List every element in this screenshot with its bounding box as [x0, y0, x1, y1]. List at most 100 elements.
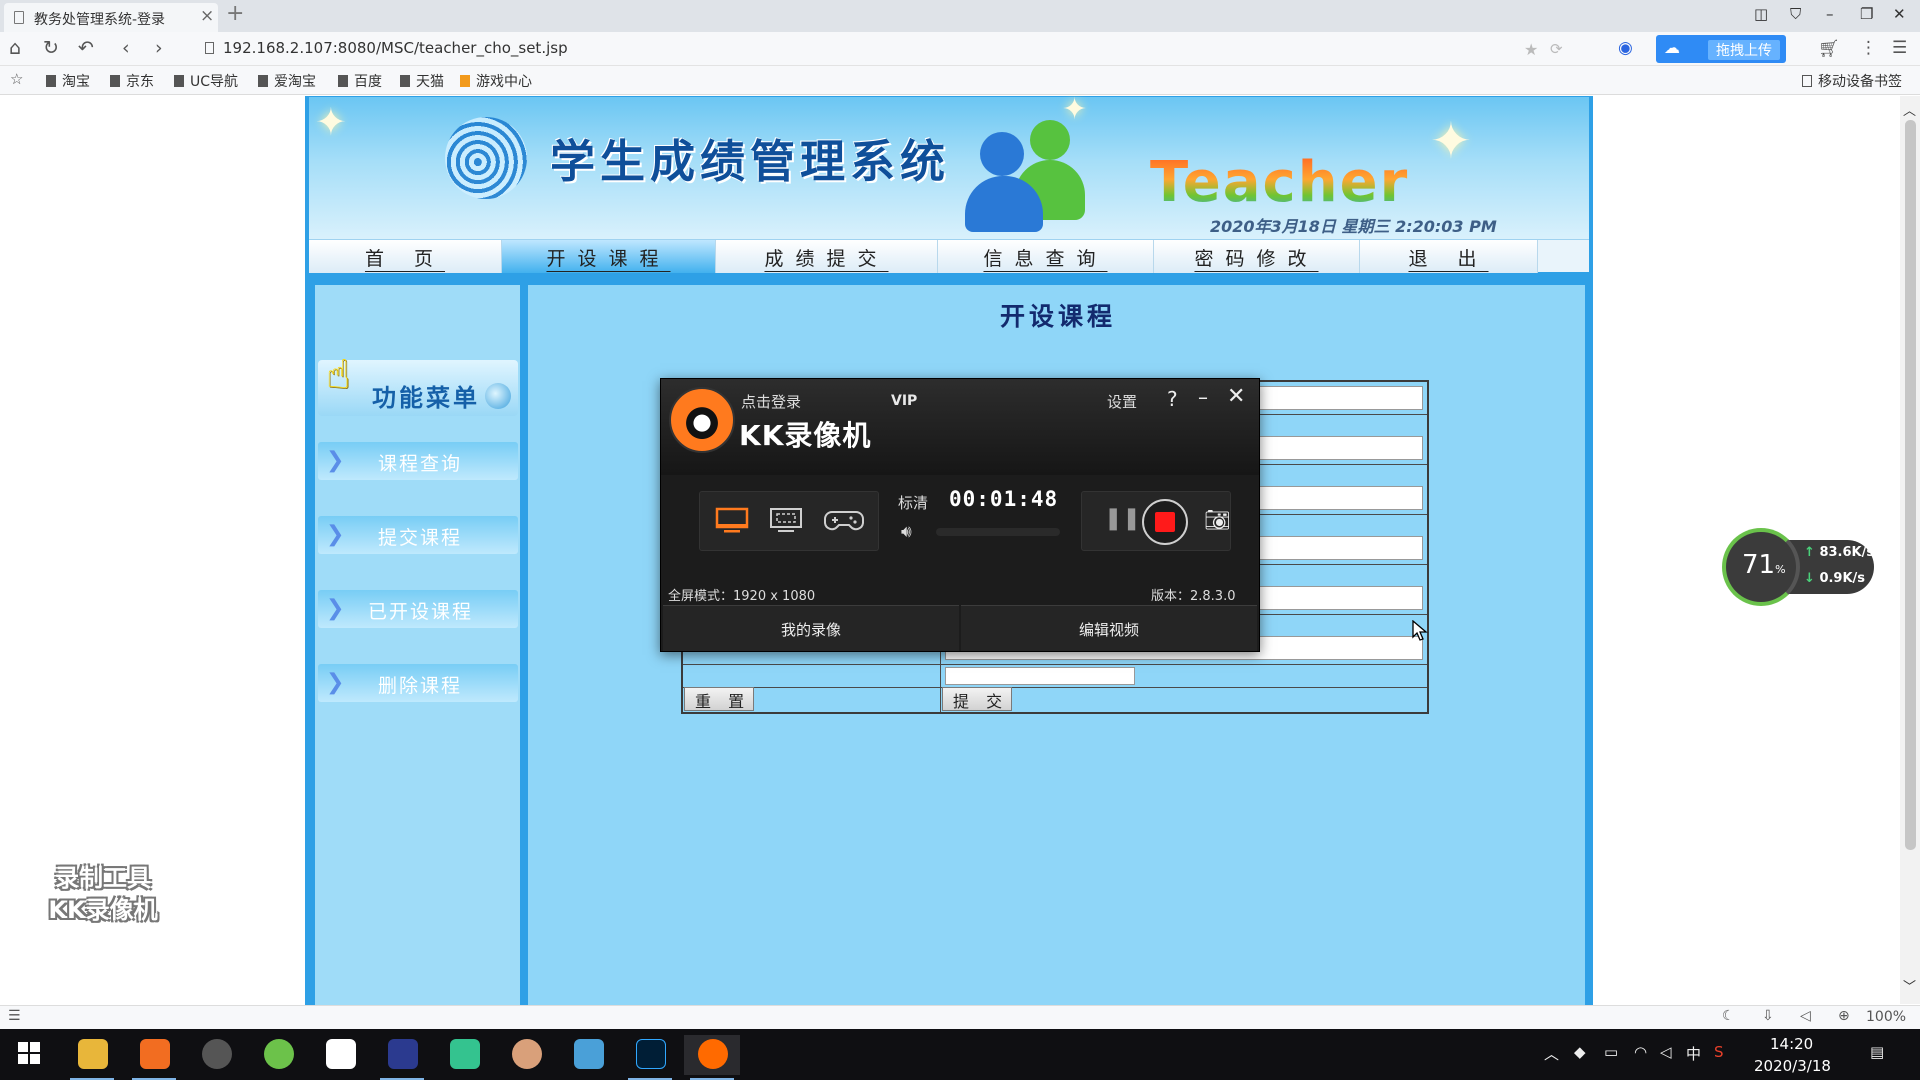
reader-mode-icon[interactable]: ◫	[1754, 5, 1768, 23]
kk-minimize-icon[interactable]: –	[1198, 385, 1208, 409]
course-field-7[interactable]	[945, 667, 1135, 685]
stop-record-button[interactable]	[1142, 499, 1188, 545]
download-icon[interactable]: ⇩	[1762, 1008, 1774, 1024]
sidebar-item-opened-courses[interactable]: ❯ 已开设课程	[318, 590, 518, 628]
home-icon[interactable]: ⌂	[9, 37, 21, 59]
wifi-icon[interactable]: ◠	[1634, 1043, 1647, 1061]
sidebar-item-submit-course[interactable]: ❯ 提交课程	[318, 516, 518, 554]
kk-volume-slider[interactable]	[936, 528, 1060, 536]
menu-grade-submit[interactable]: 成绩提交	[716, 240, 938, 273]
battery-icon[interactable]: ▭	[1604, 1043, 1618, 1061]
menu-logout[interactable]: 退 出	[1360, 240, 1538, 273]
photoshop-icon[interactable]	[622, 1035, 678, 1080]
more-icon[interactable]: ⋮	[1860, 38, 1877, 58]
game-mode-icon[interactable]	[824, 506, 864, 536]
menu-icon[interactable]: ☰	[1892, 38, 1907, 58]
back-icon[interactable]: ‹	[122, 37, 130, 59]
browser-tab[interactable]: 教务处管理系统-登录 ×	[4, 3, 218, 32]
notes-app-icon[interactable]	[560, 1035, 616, 1075]
minimize-window-icon[interactable]: –	[1826, 5, 1834, 23]
ime-indicator[interactable]: 中	[1686, 1043, 1701, 1064]
kk-settings-button[interactable]: 设置	[1107, 391, 1137, 412]
vertical-scrollbar[interactable]: ︿ ﹀	[1900, 96, 1920, 1004]
mute-icon[interactable]: ◁	[1800, 1008, 1811, 1024]
zoom-level[interactable]: 100%	[1866, 1009, 1906, 1025]
undo-icon[interactable]: ↶	[78, 37, 94, 59]
bookmark-aitaobao[interactable]: 爱淘宝	[258, 71, 316, 91]
kk-close-icon[interactable]: ✕	[1227, 384, 1245, 409]
camera-icon[interactable]: 📷︎	[1204, 508, 1231, 533]
network-speed-widget[interactable]: 71% ↑ 83.6K/s ↓ 0.9K/s	[1722, 528, 1876, 606]
address-bar[interactable]: 192.168.2.107:8080/MSC/teacher_cho_set.j…	[223, 39, 568, 57]
windows-start-icon[interactable]	[18, 1042, 40, 1068]
forward-icon[interactable]: ›	[155, 37, 163, 59]
avatar-app-icon[interactable]	[498, 1035, 554, 1075]
bookmark-taobao[interactable]: 淘宝	[46, 71, 90, 91]
drag-upload-button[interactable]: ☁ 拖拽上传	[1656, 35, 1786, 63]
volume-icon[interactable]: 🔊︎	[901, 522, 912, 542]
fullscreen-mode-icon[interactable]	[714, 506, 752, 536]
kk-quality-select[interactable]: 标清	[898, 492, 928, 513]
sidebar-toggle-icon[interactable]: ☰	[8, 1008, 21, 1024]
tray-app-icon[interactable]: ◆	[1574, 1043, 1586, 1061]
submit-button[interactable]: 提 交	[942, 687, 1012, 711]
cart-icon[interactable]: 🛒︎	[1818, 39, 1840, 59]
clock-time[interactable]: 14:20	[1770, 1035, 1813, 1053]
scroll-down-icon[interactable]: ﹀	[1903, 976, 1916, 995]
download-speed: ↓ 0.9K/s	[1804, 571, 1866, 586]
file-explorer-icon[interactable]	[64, 1035, 120, 1080]
cloud-icon: ☁	[1664, 38, 1680, 57]
menu-info-query[interactable]: 信息查询	[938, 240, 1154, 273]
menu-open-course[interactable]: 开设课程	[502, 240, 716, 273]
close-tab-icon[interactable]: ×	[200, 6, 214, 26]
close-window-icon[interactable]: ✕	[1893, 5, 1906, 23]
uc-browser-icon[interactable]	[126, 1035, 182, 1080]
bookmark-game-center[interactable]: 游戏中心	[460, 71, 532, 91]
tray-expand-icon[interactable]: ︿	[1544, 1043, 1559, 1064]
sidebar-item-course-query[interactable]: ❯ 课程查询	[318, 442, 518, 480]
bookmark-star-icon[interactable]: ★	[1524, 40, 1538, 59]
reload-icon[interactable]: ↻	[43, 37, 59, 59]
zoom-icon[interactable]: ⊕	[1838, 1008, 1850, 1024]
new-tab-button[interactable]: +	[226, 1, 244, 26]
table-row	[683, 687, 1427, 688]
skin-icon[interactable]: ⛉	[1790, 5, 1801, 23]
bookmark-uc[interactable]: UC导航	[174, 71, 238, 91]
menu-badge-icon	[485, 383, 511, 409]
mobile-bookmarks[interactable]: 移动设备书签	[1802, 71, 1902, 91]
notification-icon[interactable]: ▤	[1870, 1043, 1884, 1061]
account-icon[interactable]: ◉	[1618, 38, 1633, 58]
kk-recorder-taskbar-icon[interactable]	[684, 1035, 740, 1080]
baidu-netdisk-icon[interactable]	[312, 1035, 368, 1075]
page-title: 开设课程	[1000, 302, 1117, 331]
menu-change-password[interactable]: 密码修改	[1154, 240, 1360, 273]
bookmark-jd[interactable]: 京东	[110, 71, 154, 91]
bookmark-tmall[interactable]: 天猫	[400, 71, 444, 91]
settings-gear-icon[interactable]	[188, 1035, 244, 1075]
kk-login-link[interactable]: 点击登录	[741, 391, 801, 412]
kk-edit-video-tab[interactable]: 编辑视频	[961, 605, 1257, 651]
green-app-icon[interactable]	[250, 1035, 306, 1075]
menu-home[interactable]: 首 页	[309, 240, 502, 273]
night-mode-icon[interactable]: ☾	[1722, 1008, 1735, 1024]
kk-vip-link[interactable]: VIP	[891, 393, 917, 409]
sogou-ime-icon[interactable]: S	[1714, 1043, 1724, 1061]
region-mode-icon[interactable]	[768, 506, 806, 536]
media-player-icon[interactable]	[436, 1035, 492, 1075]
share-icon[interactable]: ⟳	[1550, 40, 1563, 58]
clock-date[interactable]: 2020/3/18	[1754, 1057, 1831, 1075]
scroll-up-icon[interactable]: ︿	[1903, 100, 1916, 119]
favorites-star-icon[interactable]: ☆	[10, 70, 23, 88]
volume-tray-icon[interactable]: ◁	[1660, 1043, 1672, 1061]
kk-help-icon[interactable]: ?	[1167, 387, 1178, 411]
scrollbar-thumb[interactable]	[1905, 120, 1916, 850]
pause-icon[interactable]: ❚❚	[1104, 506, 1141, 531]
reset-button[interactable]: 重 置	[684, 687, 754, 711]
sidebar-item-delete-course[interactable]: ❯ 删除课程	[318, 664, 518, 702]
bookmark-baidu[interactable]: 百度	[338, 71, 382, 91]
eclipse-icon[interactable]	[374, 1035, 430, 1080]
restore-window-icon[interactable]: ❐	[1860, 5, 1873, 23]
browser-status-bar: ☰ ☾ ⇩ ◁ ⊕ 100%	[0, 1005, 1920, 1029]
kk-my-recordings-tab[interactable]: 我的录像	[663, 605, 959, 651]
kk-controls: ❚❚ 📷︎	[1081, 491, 1231, 551]
